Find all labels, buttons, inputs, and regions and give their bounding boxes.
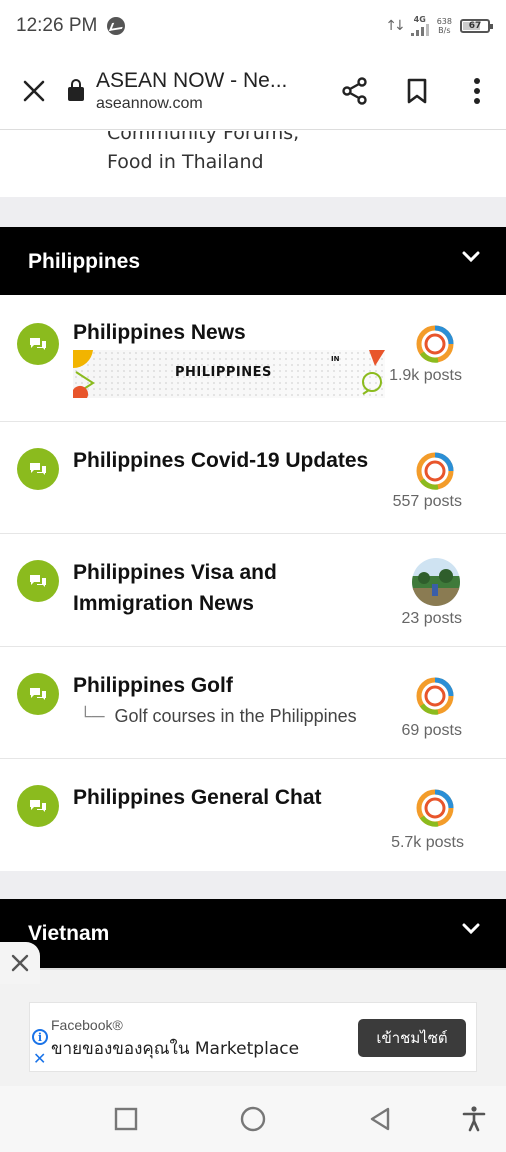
ring-logo-icon[interactable]: [416, 452, 454, 490]
recent-apps-button[interactable]: [113, 1106, 139, 1132]
forum-row[interactable]: Philippines Covid-19 Updates 557 posts: [0, 422, 506, 534]
forum-title[interactable]: Philippines Golf: [73, 670, 393, 701]
forum-title[interactable]: Philippines News: [73, 317, 393, 348]
net-speed: 638 B/s: [437, 17, 452, 35]
forum-row[interactable]: Philippines Visa and Immigration News 23…: [0, 534, 506, 647]
category-header-vietnam[interactable]: Vietnam: [0, 899, 506, 969]
triangle-back-icon: [370, 1107, 390, 1131]
close-tab-button[interactable]: [0, 52, 68, 130]
ring-logo-icon[interactable]: [416, 789, 454, 827]
category-title: Vietnam: [28, 922, 110, 945]
subforum-arrow-icon: └─: [79, 706, 105, 726]
forum-row[interactable]: Philippines News PHILIPPINES IN 1.9k pos…: [0, 295, 506, 422]
status-time: 12:26 PM: [16, 15, 98, 36]
subforum-link[interactable]: └─ Golf courses in the Philippines: [79, 706, 357, 727]
forum-chat-icon: [17, 448, 59, 490]
forum-title[interactable]: Philippines Covid-19 Updates: [73, 445, 393, 476]
banner-text: PHILIPPINES: [175, 365, 272, 380]
post-count: 69 posts: [401, 722, 462, 739]
ring-logo-icon[interactable]: [416, 325, 454, 363]
browser-toolbar: ASEAN NOW - Ne... aseannow.com: [0, 52, 506, 130]
ad-banner: i ✕ Facebook® ขายของของคุณใน Marketplace…: [0, 968, 506, 1086]
close-icon: [23, 80, 45, 101]
data-activity-icon: ↑↓: [385, 18, 406, 34]
ad-box[interactable]: i ✕ Facebook® ขายของของคุณใน Marketplace…: [29, 1002, 477, 1072]
home-button[interactable]: [240, 1106, 266, 1132]
post-count: 557 posts: [392, 493, 462, 510]
forum-chat-icon: [17, 323, 59, 365]
more-menu-button[interactable]: [448, 52, 506, 130]
post-count: 23 posts: [401, 610, 462, 627]
page-url: aseannow.com: [96, 94, 203, 112]
post-count: 1.9k posts: [389, 367, 462, 384]
battery-level: 67: [468, 21, 482, 31]
chevron-down-icon[interactable]: [462, 923, 480, 935]
user-photo-avatar[interactable]: [412, 558, 460, 606]
battery-icon: 67: [460, 19, 493, 33]
share-button[interactable]: [324, 52, 386, 130]
previous-forum-line1: Community Forums,: [107, 131, 300, 144]
network-type: 4G: [413, 15, 426, 24]
status-bar: 12:26 PM ↑↓ 4G 638 B/s 67: [0, 0, 506, 52]
bookmark-icon: [407, 78, 427, 103]
more-vert-icon: [474, 77, 480, 104]
ad-text: ขายของของคุณใน Marketplace: [51, 1039, 300, 1059]
previous-forum-card: Community Forums, Food in Thailand: [0, 131, 506, 197]
signal-icon: 4G: [410, 15, 429, 36]
bookmark-button[interactable]: [386, 52, 448, 130]
forum-list: Philippines News PHILIPPINES IN 1.9k pos…: [0, 295, 506, 871]
previous-forum-line2: Food in Thailand: [107, 151, 264, 173]
forum-row[interactable]: Philippines General Chat 5.7k posts: [0, 759, 506, 871]
page-title: ASEAN NOW - Ne...: [96, 68, 288, 92]
close-icon: [11, 954, 29, 972]
back-button[interactable]: [367, 1106, 393, 1132]
messenger-icon: [107, 17, 126, 35]
category-header-philippines[interactable]: Philippines: [0, 227, 506, 297]
forum-title[interactable]: Philippines General Chat: [73, 782, 393, 813]
share-icon: [342, 76, 367, 105]
banner-small-text: IN: [331, 355, 340, 363]
accessibility-icon: [462, 1106, 486, 1132]
system-navigation-bar: [0, 1086, 506, 1152]
chevron-down-icon[interactable]: [462, 251, 480, 263]
page-content: Community Forums, Food in Thailand Phili…: [0, 131, 506, 1085]
address-area[interactable]: ASEAN NOW - Ne... aseannow.com: [96, 69, 324, 113]
category-title: Philippines: [28, 250, 141, 273]
ring-logo-icon[interactable]: [416, 677, 454, 715]
forum-chat-icon: [17, 673, 59, 715]
status-indicators: ↑↓ 4G 638 B/s 67: [385, 15, 493, 36]
subforum-label: Golf courses in the Philippines: [114, 706, 357, 726]
forum-chat-icon: [17, 560, 59, 602]
forum-row[interactable]: Philippines Golf └─ Golf courses in the P…: [0, 647, 506, 759]
accessibility-button[interactable]: [461, 1106, 487, 1132]
ad-close-button[interactable]: [0, 942, 40, 984]
ad-info-icon[interactable]: i: [32, 1029, 48, 1045]
circle-icon: [240, 1106, 266, 1132]
post-count: 5.7k posts: [391, 834, 464, 851]
forum-banner-image: PHILIPPINES IN: [73, 350, 385, 398]
ad-brand: Facebook®: [51, 1017, 123, 1033]
forum-chat-icon: [17, 785, 59, 827]
forum-title[interactable]: Philippines Visa and Immigration News: [73, 557, 373, 619]
lock-icon: [68, 78, 84, 101]
net-speed-unit: B/s: [438, 26, 451, 35]
net-speed-value: 638: [436, 17, 452, 26]
ad-dismiss-icon[interactable]: ✕: [33, 1049, 46, 1068]
ad-visit-site-button[interactable]: เข้าชมไซต์: [358, 1019, 466, 1057]
square-icon: [114, 1107, 138, 1131]
